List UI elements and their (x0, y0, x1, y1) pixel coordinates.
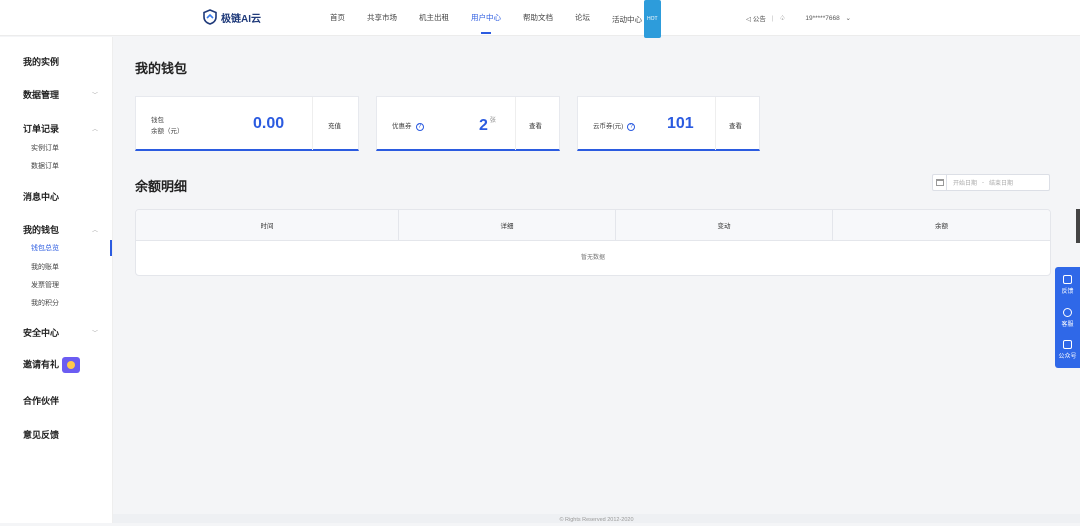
edit-icon (1063, 275, 1072, 284)
nav-docs[interactable]: 帮助文档 (523, 0, 553, 36)
start-date-input[interactable]: 开始日期 (953, 178, 977, 187)
sidebar-item-invite[interactable]: 邀请有礼 (23, 357, 81, 373)
table-header: 时间 详细 变动 余额 (136, 210, 1050, 241)
divider (312, 97, 313, 150)
sidebar-item-security[interactable]: 安全中心 (23, 326, 59, 339)
service-float-button[interactable]: 客服 (1055, 308, 1080, 328)
sidebar: 我的实例 数据管理 ﹀ 订单记录 ︿ 实例订单 数据订单 消息中心 我的钱包 ︿… (0, 37, 113, 523)
invite-label: 邀请有礼 (23, 359, 60, 370)
sidebar-sub-points[interactable]: 我的积分 (31, 298, 59, 308)
brand-logo[interactable]: 极链AI云 (203, 9, 261, 25)
shield-logo-icon (203, 9, 217, 25)
megaphone-icon: ◁ (746, 16, 751, 23)
recharge-button[interactable]: 充值 (328, 120, 341, 130)
user-menu[interactable]: 19*****7668 ⌄ (805, 14, 851, 22)
balance-label-line1: 钱包 (151, 117, 164, 124)
balance-table: 时间 详细 变动 余额 暂无数据 (135, 209, 1051, 276)
chevron-up-icon: ︿ (92, 228, 99, 234)
balance-card: 钱包 余额（元） 0.00 充值 (135, 96, 359, 151)
help-icon[interactable]: ? (627, 123, 636, 131)
top-navbar: 极链AI云 首页 共享市场 机主出租 用户中心 帮助文档 论坛 活动中心 HOT … (0, 0, 1080, 38)
bell-icon[interactable]: ♤ (780, 14, 786, 22)
coins-label: 云币券(元) (593, 123, 624, 130)
sidebar-sub-wallet-overview[interactable]: 钱包总览 (31, 243, 59, 253)
sidebar-item-wallet[interactable]: 我的钱包 (23, 223, 59, 236)
coupon-value: 2 (479, 117, 488, 134)
coupon-view-button[interactable]: 查看 (529, 120, 542, 130)
announcement-label: 公告 (752, 16, 766, 23)
column-header-detail: 详细 (399, 210, 616, 240)
user-account: 19*****7668 (805, 15, 840, 22)
feedback-float-button[interactable]: 反馈 (1055, 275, 1080, 295)
balance-value: 0.00 (253, 115, 285, 132)
page-title: 我的钱包 (135, 61, 188, 76)
nav-market[interactable]: 共享市场 (367, 0, 397, 36)
nav-rent[interactable]: 机主出租 (419, 0, 449, 36)
wechat-float-label: 公众号 (1058, 354, 1077, 360)
help-icon[interactable]: ? (415, 123, 424, 131)
gift-icon (62, 357, 81, 373)
range-separator: - (982, 179, 985, 186)
floating-toolbar: 反馈 客服 公众号 (1055, 267, 1080, 368)
nav-home[interactable]: 首页 (330, 0, 345, 36)
sidebar-sub-instance-orders[interactable]: 实例订单 (31, 143, 59, 153)
coupon-card: 优惠券? 2张 查看 (376, 96, 560, 151)
active-indicator (110, 240, 112, 256)
nav-forum[interactable]: 论坛 (575, 0, 590, 36)
chevron-down-icon: ﹀ (92, 93, 99, 99)
section-title: 余额明细 (135, 179, 188, 194)
chat-icon (1063, 308, 1072, 317)
coupon-unit: 张 (489, 118, 496, 124)
footer: © Rights Reserved 2012-2020 (113, 514, 1080, 523)
chevron-down-icon: ⌄ (845, 15, 851, 22)
sidebar-item-partners[interactable]: 合作伙伴 (23, 394, 59, 407)
sidebar-sub-data-orders[interactable]: 数据订单 (31, 161, 59, 171)
hot-badge: HOT (644, 0, 661, 38)
column-header-balance: 余额 (935, 223, 948, 230)
chevron-up-icon: ︿ (92, 127, 99, 133)
coins-value: 101 (667, 115, 694, 132)
sidebar-item-instances[interactable]: 我的实例 (23, 55, 59, 68)
chevron-down-icon: ﹀ (92, 331, 99, 337)
coupon-value-row: 2张 (479, 115, 496, 135)
coins-view-button[interactable]: 查看 (729, 120, 742, 130)
empty-state: 暂无数据 (580, 255, 605, 261)
nav-activity-label: 活动中心 (612, 15, 642, 24)
sidebar-sub-bills[interactable]: 我的账单 (31, 262, 59, 272)
announcement-link[interactable]: ◁ 公告 (746, 13, 766, 23)
column-header-change: 变动 (616, 210, 833, 240)
end-date-input[interactable]: 结束日期 (989, 178, 1013, 187)
balance-label-line2: 余额（元） (151, 128, 184, 135)
date-range-picker[interactable]: 开始日期 - 结束日期 (932, 174, 1050, 191)
coupon-label-row: 优惠券? (392, 120, 424, 131)
wechat-float-button[interactable]: 公众号 (1055, 340, 1080, 360)
sidebar-item-feedback[interactable]: 意见反馈 (23, 428, 59, 441)
coins-label-row: 云币券(元)? (593, 120, 636, 131)
calendar-icon (933, 175, 947, 190)
brand-name: 极链AI云 (221, 13, 261, 25)
sidebar-item-orders[interactable]: 订单记录 (23, 122, 59, 135)
coins-card: 云币券(元)? 101 查看 (577, 96, 760, 151)
nav-user-center[interactable]: 用户中心 (471, 0, 501, 36)
nav-activity[interactable]: 活动中心 HOT (612, 0, 661, 38)
top-right-tools: ◁ 公告 | ♤ 19*****7668 ⌄ (746, 0, 851, 36)
divider: | (771, 14, 774, 22)
scroll-handle[interactable] (1076, 209, 1080, 243)
main-nav: 首页 共享市场 机主出租 用户中心 帮助文档 论坛 活动中心 HOT (330, 0, 683, 38)
column-header-time: 时间 (136, 210, 399, 240)
divider (715, 97, 716, 150)
sidebar-item-messages[interactable]: 消息中心 (23, 190, 59, 203)
service-float-label: 客服 (1061, 322, 1074, 328)
divider (515, 97, 516, 150)
sidebar-item-data[interactable]: 数据管理 (23, 88, 59, 101)
feedback-float-label: 反馈 (1061, 289, 1074, 295)
sidebar-sub-invoices[interactable]: 发票管理 (31, 280, 59, 290)
coupon-label: 优惠券 (392, 123, 412, 130)
qrcode-icon (1063, 340, 1072, 349)
